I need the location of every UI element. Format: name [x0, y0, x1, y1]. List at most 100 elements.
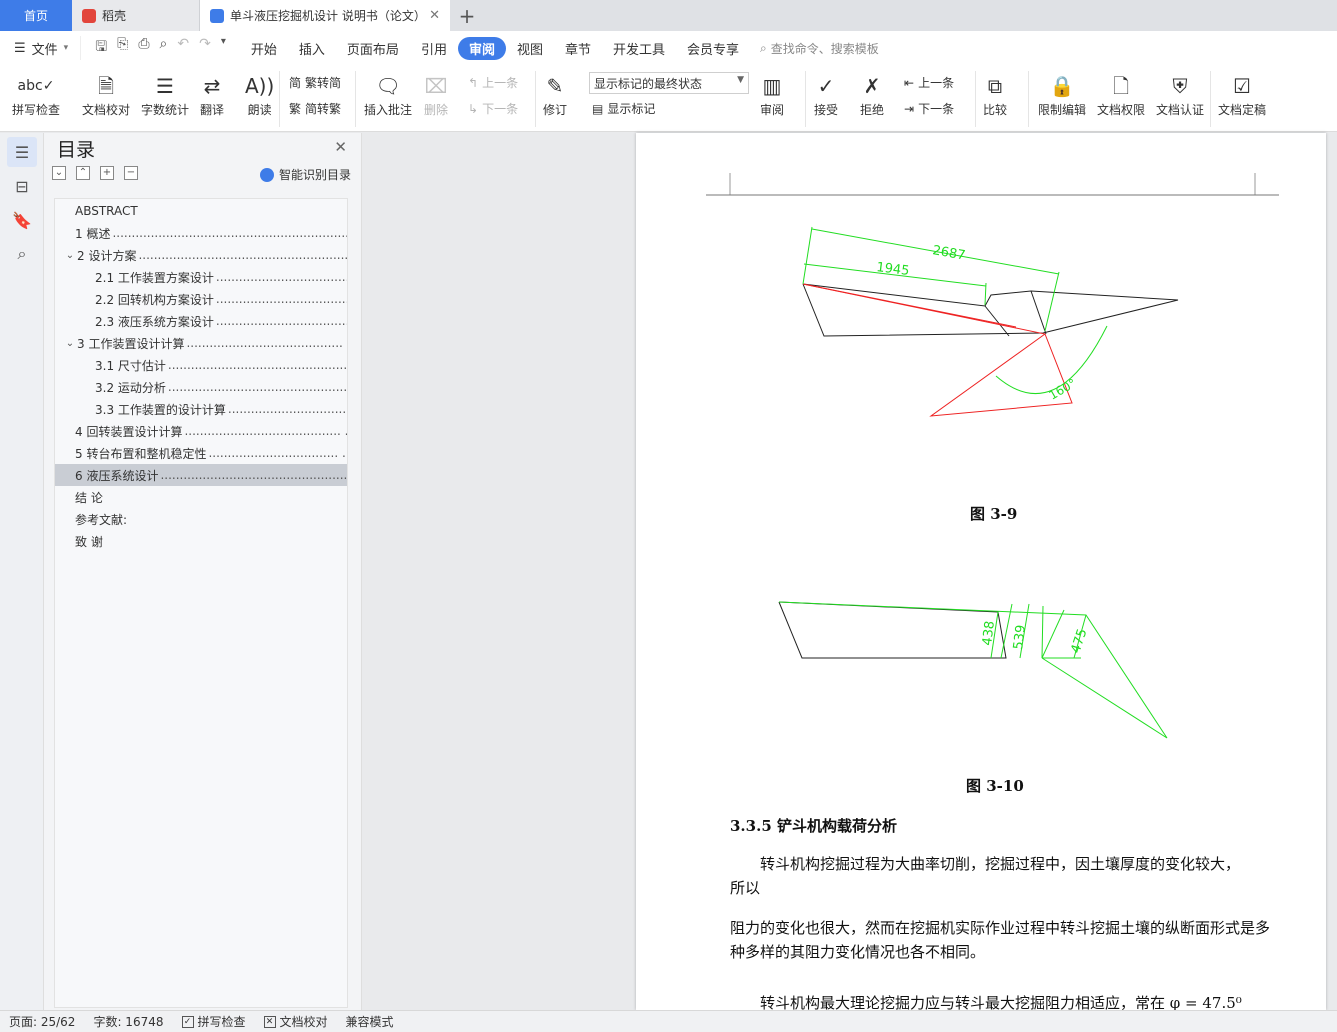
chapter-nav-icon[interactable]: ⊟ — [7, 171, 37, 201]
chevron-down-icon[interactable]: ⌄ — [63, 250, 77, 261]
spell-check-button[interactable]: abc✓ 拼写检查 — [12, 71, 60, 118]
toc-item[interactable]: 2.2 回转机构方案设计............................… — [55, 288, 347, 310]
toc-item[interactable]: 3.3 工作装置的设计计算...........................… — [55, 398, 347, 420]
collapse-all-icon[interactable]: ⌃ — [76, 166, 90, 180]
command-search[interactable]: ⌕ 查找命令、搜索模板 — [760, 40, 879, 57]
toc-item[interactable]: 参考文献: — [55, 508, 347, 530]
toc-item[interactable]: 6 液压系统设计................................… — [55, 464, 347, 486]
print-preview-icon[interactable]: ⌕ — [160, 36, 168, 60]
toc-icon[interactable]: ☰ — [7, 137, 37, 167]
search-icon[interactable]: ⌕ — [7, 239, 37, 269]
compare-button[interactable]: ⧉ 比较 — [983, 71, 1007, 118]
read-aloud-button[interactable]: A)) 朗读 — [245, 71, 274, 118]
doc-certify-button[interactable]: ⛨ 文档认证 — [1156, 71, 1204, 118]
simp-to-trad-button[interactable]: 繁 简转繁 — [289, 100, 341, 117]
menu-member[interactable]: 会员专享 — [676, 37, 750, 60]
finalize-icon: ☑ — [1233, 74, 1251, 98]
menu-bar: ☰ 文件 ▾ 🖫 ⎘ ⎙ ⌕ ↶ ↷ ▾ 开始 插入 页面布局 引用 审阅 视图… — [0, 31, 1337, 65]
minus-icon[interactable]: − — [124, 166, 138, 180]
spell-check-toggle[interactable]: ✓ 拼写检查 — [173, 1013, 255, 1030]
close-icon[interactable]: ✕ — [429, 8, 440, 23]
menu-start[interactable]: 开始 — [240, 37, 288, 60]
toc-item[interactable]: 结 论 — [55, 486, 347, 508]
menu-insert[interactable]: 插入 — [288, 37, 336, 60]
translate-button[interactable]: ⇄ 翻译 — [200, 71, 224, 118]
tab-document[interactable]: 单斗液压挖掘机设计 说明书（论文） ✕ — [200, 0, 450, 31]
plus-icon[interactable]: + — [100, 166, 114, 180]
word-count-indicator[interactable]: 字数: 16748 — [84, 1013, 172, 1030]
toc-item-label: 参考文献: — [75, 512, 128, 527]
accept-button[interactable]: ✓ 接受 — [814, 71, 838, 118]
doc-proof-toggle[interactable]: ✕ 文档校对 — [255, 1013, 337, 1030]
revise-button[interactable]: ✎ 修订 — [543, 71, 567, 118]
docker-icon — [82, 8, 96, 23]
toc-item-leader: .................................. ... — [208, 446, 347, 460]
read-aloud-label: 朗读 — [247, 103, 272, 117]
print-icon[interactable]: ⎙ — [138, 36, 149, 60]
expand-all-icon[interactable]: ⌄ — [52, 166, 66, 180]
toc-item[interactable]: ⌄ 3 工作装置设计计算.............................… — [55, 332, 347, 354]
markup-state-select[interactable]: 显示标记的最终状态 ▼ — [589, 72, 749, 94]
doc-finalize-button[interactable]: ☑ 文档定稿 — [1218, 71, 1266, 118]
tab-docker[interactable]: 稻壳 — [72, 0, 200, 31]
review-pane-button[interactable]: ▥ 审阅 — [760, 71, 784, 118]
menu-insert-label: 插入 — [298, 42, 325, 58]
undo-icon[interactable]: ↶ — [177, 36, 189, 60]
ribbon: abc✓ 拼写检查 🗎 文档校对 ☰ 字数统计 ⇄ 翻译 A)) 朗读 简 繁转… — [0, 65, 1337, 132]
menu-developer[interactable]: 开发工具 — [602, 37, 676, 60]
toc-item[interactable]: 5 转台布置和整机稳定性............................… — [55, 442, 347, 464]
toc-item-label: 2.1 工作装置方案设计 — [95, 270, 214, 285]
menu-references[interactable]: 引用 — [410, 37, 458, 60]
smart-toc-button[interactable]: 智能识别目录 — [259, 166, 351, 183]
page-indicator[interactable]: 页面: 25/62 — [0, 1013, 84, 1030]
restrict-edit-button[interactable]: 🔒 限制编辑 — [1038, 71, 1086, 118]
chevron-down-icon[interactable]: ⌄ — [63, 338, 77, 349]
doc-certify-label: 文档认证 — [1156, 103, 1205, 117]
ribbon-divider — [975, 71, 976, 127]
prev-change-button[interactable]: ⇤ 上一条 — [904, 74, 954, 91]
toc-item[interactable]: 3.2 运动分析................................… — [55, 376, 347, 398]
doc-permission-button[interactable]: 🗋 文档权限 — [1097, 71, 1145, 118]
show-markup-button[interactable]: ▤ 显示标记 — [592, 100, 655, 117]
menu-review[interactable]: 审阅 — [457, 36, 506, 60]
next-change-button[interactable]: ⇥ 下一条 — [904, 100, 954, 117]
trad-to-simp-button[interactable]: 简 繁转简 — [289, 74, 341, 91]
add-tab-button[interactable]: + — [450, 0, 484, 31]
delete-comment-button[interactable]: ⌧ 删除 — [424, 71, 448, 118]
insert-comment-button[interactable]: 🗨 插入批注 — [364, 71, 412, 118]
menu-view[interactable]: 视图 — [506, 37, 554, 60]
customize-icon[interactable]: ▾ — [221, 36, 226, 60]
toc-item[interactable]: 3.1 尺寸估计................................… — [55, 354, 347, 376]
word-count-button[interactable]: ☰ 字数统计 — [141, 71, 189, 118]
redo-icon[interactable]: ↷ — [199, 36, 211, 60]
close-icon[interactable]: ✕ — [334, 138, 347, 156]
toc-list: ABSTRACT 1 概述............................… — [54, 198, 348, 1008]
menu-layout[interactable]: 页面布局 — [336, 37, 410, 60]
doc-proof-button[interactable]: 🗎 文档校对 — [82, 71, 130, 118]
menu-chapter[interactable]: 章节 — [554, 37, 602, 60]
prev-comment-button[interactable]: ↰ 上一条 — [468, 74, 518, 91]
nav-icon-strip: ☰ ⊟ 🔖 ⌕ — [0, 133, 44, 1010]
toc-item-leader: ........................................… — [167, 380, 347, 394]
toc-title: 目录 — [57, 139, 96, 161]
reject-button[interactable]: ✗ 拒绝 — [860, 71, 884, 118]
toc-item[interactable]: ABSTRACT — [55, 200, 347, 222]
document-page[interactable]: 2687 1945 160° 图 3-9 438 539 475 图 3-10 … — [636, 133, 1326, 1012]
toc-item-label: 1 概述 — [75, 226, 111, 241]
toc-item[interactable]: 4 回转装置设计计算..............................… — [55, 420, 347, 442]
menu-start-label: 开始 — [250, 42, 277, 58]
smart-toc-icon — [259, 167, 274, 182]
toc-item[interactable]: ⌄ 2 设计方案.................................… — [55, 244, 347, 266]
next-comment-button[interactable]: ↳ 下一条 — [468, 100, 518, 117]
save-icon[interactable]: 🖫 — [95, 36, 107, 60]
bookmark-icon[interactable]: 🔖 — [7, 205, 37, 235]
toc-item[interactable]: 2.1 工作装置方案设计............................… — [55, 266, 347, 288]
toc-item[interactable]: 1 概述....................................… — [55, 222, 347, 244]
next-comment-label: 下一条 — [482, 102, 519, 116]
file-menu[interactable]: ☰ 文件 ▾ — [0, 39, 80, 58]
tab-home[interactable]: 首页 — [0, 0, 72, 31]
toc-item[interactable]: 致 谢 — [55, 530, 347, 552]
toc-item[interactable]: 2.3 液压系统方案设计............................… — [55, 310, 347, 332]
toc-controls: ⌄ ⌃ + − — [52, 166, 138, 180]
export-icon[interactable]: ⎘ — [117, 36, 128, 60]
